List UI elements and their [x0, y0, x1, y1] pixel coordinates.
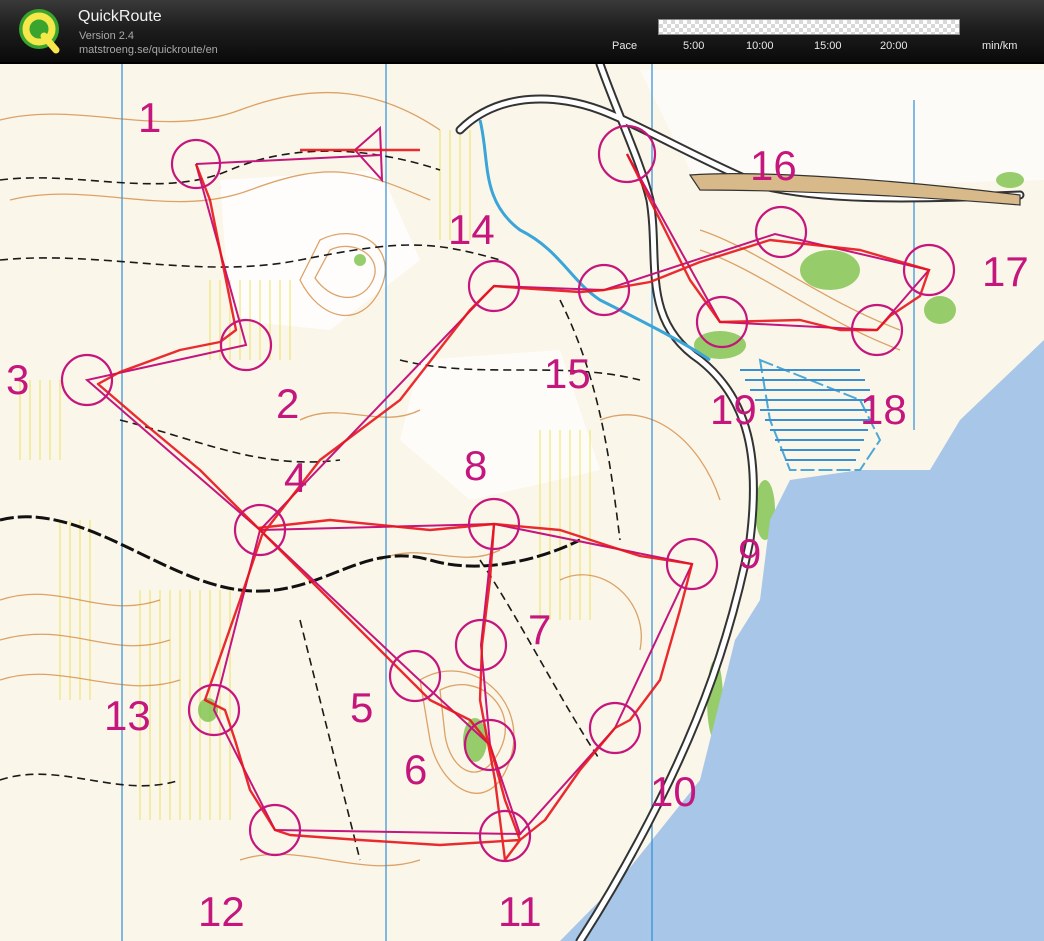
control-number: 13 — [104, 692, 151, 739]
control-number: 1 — [138, 94, 161, 141]
orienteering-map[interactable]: 1 2 3 4 5 6 7 8 9 10 11 12 13 14 15 16 1… — [0, 64, 1044, 941]
control-number: 11 — [498, 888, 542, 935]
control-number: 7 — [528, 606, 551, 653]
pace-label: Pace — [612, 40, 638, 52]
control-number: 12 — [198, 888, 245, 935]
control-number: 15 — [544, 350, 591, 397]
control-number: 6 — [404, 746, 427, 793]
pace-tick: 15:00 — [814, 40, 842, 52]
pace-tick: 20:00 — [880, 40, 908, 52]
app-header: QuickRoute Version 2.4 matstroeng.se/qui… — [0, 0, 1044, 62]
control-number: 16 — [750, 142, 797, 189]
control-number: 10 — [650, 768, 697, 815]
pace-tick: 10:00 — [746, 40, 774, 52]
pace-tick: 5:00 — [683, 40, 705, 52]
control-number: 18 — [860, 386, 907, 433]
app-version: Version 2.4 — [79, 30, 135, 42]
app-url[interactable]: matstroeng.se/quickroute/en — [79, 44, 218, 56]
pace-scale-bar — [658, 19, 960, 35]
control-number: 4 — [284, 454, 307, 501]
control-number: 2 — [276, 380, 299, 427]
map-canvas[interactable]: 1 2 3 4 5 6 7 8 9 10 11 12 13 14 15 16 1… — [0, 64, 1044, 941]
control-number: 8 — [464, 442, 487, 489]
pace-unit: min/km — [982, 40, 1018, 52]
app-title: QuickRoute — [78, 8, 162, 25]
control-number: 9 — [738, 530, 761, 577]
quickroute-logo-icon — [19, 9, 60, 54]
control-number: 19 — [710, 386, 757, 433]
control-number: 3 — [6, 356, 29, 403]
control-number: 17 — [982, 248, 1029, 295]
control-number: 5 — [350, 684, 373, 731]
control-number: 14 — [448, 206, 495, 253]
